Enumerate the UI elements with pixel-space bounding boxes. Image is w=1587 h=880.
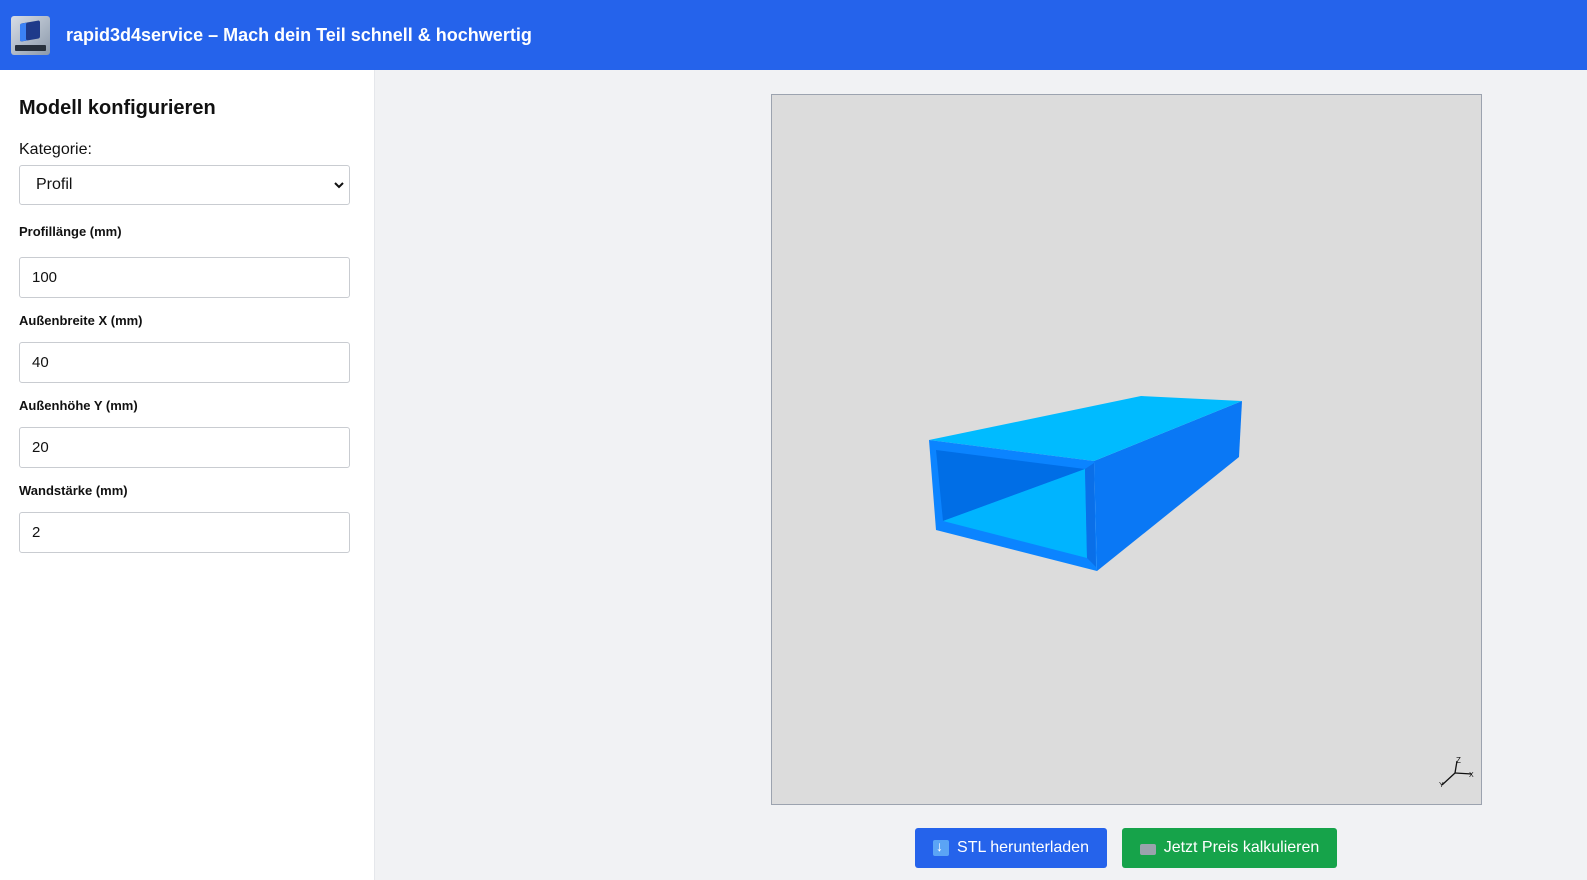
- axis-label-z: Z: [1456, 756, 1461, 765]
- profile-model[interactable]: Z X Y: [772, 95, 1481, 804]
- outer-height-label: Außenhöhe Y (mm): [19, 398, 138, 413]
- outer-height-input[interactable]: 20: [19, 427, 350, 468]
- axis-label-x: X: [1469, 772, 1474, 779]
- profile-length-label: Profillänge (mm): [19, 224, 122, 239]
- sidebar-heading: Modell konfigurieren: [19, 97, 216, 119]
- keyboard-icon: [1139, 843, 1156, 855]
- logo-wordmark: [15, 44, 46, 51]
- category-select-value: Profil: [36, 176, 73, 193]
- outer-width-label: Außenbreite X (mm): [19, 313, 143, 328]
- download-stl-label: STL herunterladen: [957, 839, 1089, 856]
- app-title: rapid3d4service – Mach dein Teil schnell…: [66, 24, 532, 45]
- download-arrow-icon: [933, 838, 950, 856]
- chevron-down-icon: [333, 175, 345, 198]
- wall-thickness-label: Wandstärke (mm): [19, 483, 128, 498]
- axis-label-y: Y: [1439, 782, 1444, 789]
- logo: [11, 15, 50, 55]
- category-select[interactable]: Profil: [19, 165, 350, 205]
- calculate-price-label: Jetzt Preis kalkulieren: [1163, 839, 1320, 856]
- config-sidebar: Modell konfigurieren Kategorie: Profil P…: [0, 70, 375, 880]
- app-header: rapid3d4service – Mach dein Teil schnell…: [0, 0, 1587, 70]
- outer-width-input[interactable]: 40: [19, 342, 350, 383]
- profile-length-input[interactable]: 100: [19, 257, 350, 298]
- cube-icon: [20, 19, 40, 42]
- wall-thickness-input[interactable]: 2: [19, 512, 350, 553]
- download-stl-button[interactable]: STL herunterladen: [915, 828, 1107, 868]
- axes-gizmo: Z X Y: [1439, 756, 1474, 789]
- 3d-viewer[interactable]: Z X Y: [771, 94, 1482, 805]
- category-label: Kategorie:: [19, 141, 92, 158]
- calculate-price-button[interactable]: Jetzt Preis kalkulieren: [1122, 828, 1337, 868]
